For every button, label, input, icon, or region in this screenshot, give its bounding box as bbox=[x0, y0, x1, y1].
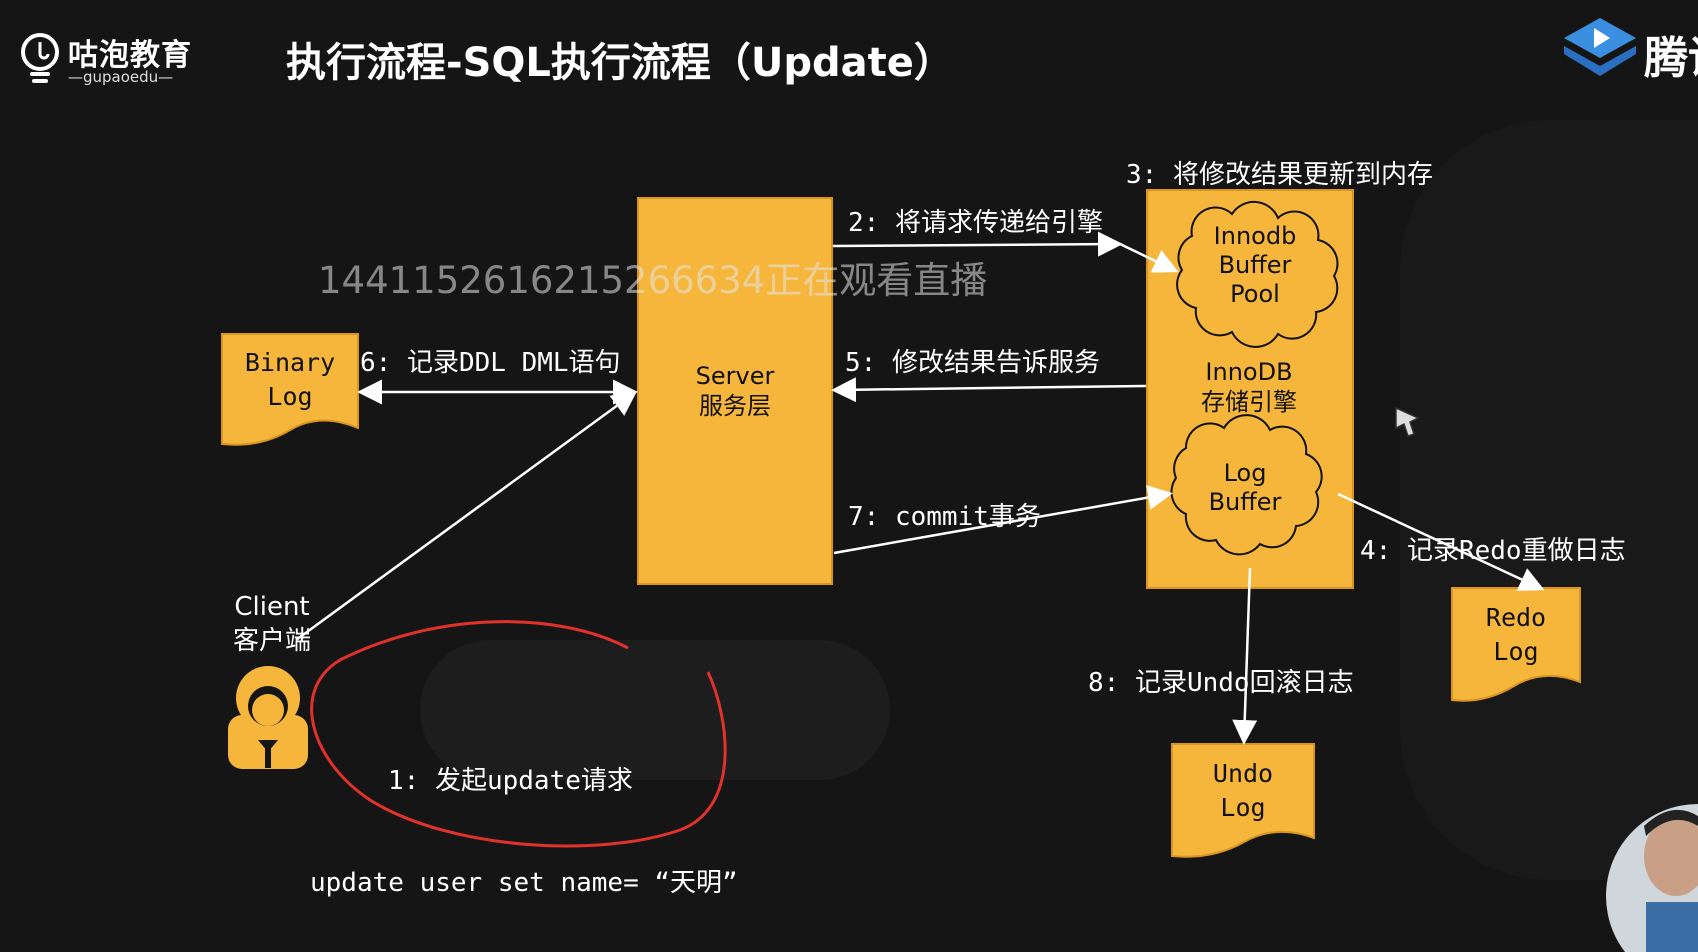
log-buffer-line: Log bbox=[1223, 459, 1267, 487]
undo-log-line: Log bbox=[1220, 793, 1266, 822]
step1-request: 1: 发起update请求 update user set name= “天明” bbox=[310, 696, 738, 934]
log-buffer-line: Buffer bbox=[1208, 488, 1282, 516]
step2-label: 2: 将请求传递给引擎 bbox=[848, 208, 1103, 238]
undo-log-line: Undo bbox=[1212, 759, 1274, 788]
undo-log: Undo Log bbox=[1172, 757, 1314, 837]
step3-label: 3: 将修改结果更新到内存 bbox=[1126, 160, 1433, 190]
buffer-pool-label: Innodb Buffer Pool bbox=[1200, 222, 1310, 309]
step1-sql: update user set name= “天明” bbox=[310, 868, 738, 898]
client-line: Client bbox=[234, 592, 310, 622]
step8-label: 8: 记录Undo回滚日志 bbox=[1088, 668, 1354, 698]
binary-log-line: Binary bbox=[244, 348, 336, 377]
step5-label: 5: 修改结果告诉服务 bbox=[845, 348, 1100, 378]
diagram-canvas bbox=[221, 200, 1581, 858]
step6-label: 6: 记录DDL DML语句 bbox=[360, 348, 621, 378]
redo-log-line: Log bbox=[1493, 637, 1539, 666]
cursor-icon bbox=[1395, 406, 1420, 437]
arrow-client-server bbox=[295, 391, 638, 642]
redo-log-line: Redo bbox=[1485, 603, 1547, 632]
client-person-icon bbox=[228, 666, 308, 769]
log-buffer-label: Log Buffer bbox=[1190, 459, 1300, 517]
buffer-pool-line: Innodb bbox=[1213, 222, 1297, 250]
client-label: Client 客户端 bbox=[222, 590, 322, 658]
binary-log: Binary Log bbox=[222, 346, 358, 426]
step1-label: 1: 发起update请求 bbox=[388, 766, 633, 796]
presenter-avatar bbox=[1606, 804, 1698, 952]
buffer-pool-line: Pool bbox=[1230, 280, 1280, 308]
arrow-step2b bbox=[1119, 242, 1179, 273]
arrow-step2 bbox=[832, 231, 1123, 257]
arrow-step8 bbox=[1232, 567, 1258, 745]
client-line-cn: 客户端 bbox=[232, 626, 311, 656]
arrow-step5 bbox=[831, 377, 1147, 403]
binary-log-line: Log bbox=[267, 382, 313, 411]
step7-label: 7: commit事务 bbox=[848, 502, 1041, 532]
live-watermark: 1441152616215266634正在观看直播 bbox=[318, 259, 988, 302]
step4-label: 4: 记录Redo重做日志 bbox=[1360, 536, 1626, 566]
redo-log: Redo Log bbox=[1452, 601, 1580, 681]
buffer-pool-line: Buffer bbox=[1218, 251, 1292, 279]
